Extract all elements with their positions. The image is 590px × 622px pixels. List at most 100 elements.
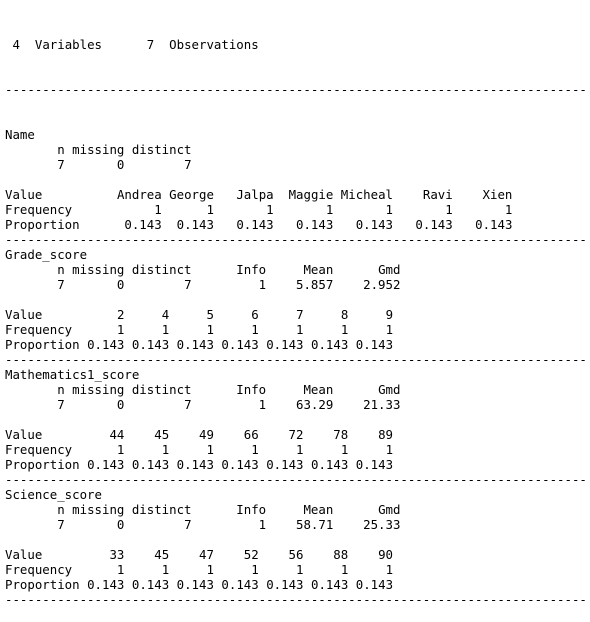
stat-header-missing: missing: [72, 142, 125, 157]
variable-block: Name n missing distinct 7 0 7 Value Andr…: [5, 127, 587, 247]
frequency-cell: 1: [206, 202, 214, 217]
stat-value-n: 7: [57, 157, 65, 172]
separator-rule: ----------------------------------------…: [5, 232, 587, 247]
value-row: Value 44 45 49 66 72 78 89: [5, 427, 587, 442]
value-cell: 47: [199, 547, 214, 562]
stats-values-line: 7 0 7 1 58.71 25.33: [5, 517, 587, 532]
variables-label: Variables: [34, 37, 102, 52]
stat-header-n: n: [57, 382, 65, 397]
value-cell: 89: [378, 427, 393, 442]
stats-header-line: n missing distinct Info Mean Gmd: [5, 502, 587, 517]
variable-block: Mathematics1_score n missing distinct In…: [5, 367, 587, 487]
value-cell: 90: [378, 547, 393, 562]
stat-header-gmd: Gmd: [378, 262, 401, 277]
frequency-cell: 1: [116, 562, 125, 577]
frequency-cell: 1: [154, 202, 162, 217]
proportion-cell: 0.143: [355, 577, 394, 592]
stat-value-distinct: 7: [184, 397, 192, 412]
proportion-cell: 0.143: [176, 457, 214, 472]
value-cell: 72: [288, 427, 304, 442]
proportion-cell: 0.143: [266, 577, 304, 592]
proportion-row: Proportion 0.143 0.143 0.143 0.143 0.143…: [5, 337, 587, 352]
value-cell: George: [169, 187, 214, 202]
stat-value-mean: 63.29: [295, 397, 334, 412]
frequency-cell: 1: [251, 322, 259, 337]
proportion-cell: 0.143: [131, 337, 170, 352]
proportion-cell: 0.143: [266, 457, 304, 472]
stat-value-mean: 58.71: [295, 517, 334, 532]
frequency-cell: 1: [206, 322, 214, 337]
stat-header-info: Info: [236, 502, 267, 517]
stat-value-gmd: 25.33: [363, 517, 401, 532]
stat-header-info: Info: [236, 382, 267, 397]
frequency-cell: 1: [206, 442, 214, 457]
stat-header-missing: missing: [72, 382, 125, 397]
row-label: Proportion: [5, 577, 80, 592]
value-cell: Xien: [482, 187, 513, 202]
value-row: Value 33 45 47 52 56 88 90: [5, 547, 587, 562]
stat-value-distinct: 7: [184, 277, 192, 292]
proportion-cell: 0.143: [310, 577, 349, 592]
row-label: Frequency: [5, 322, 73, 337]
value-cell: 52: [243, 547, 259, 562]
value-cell: 7: [296, 307, 304, 322]
row-label: Value: [5, 547, 43, 562]
frequency-cell: 1: [296, 322, 304, 337]
value-row: Value Andrea George Jalpa Maggie Micheal…: [5, 187, 587, 202]
proportion-cell: 0.143: [87, 577, 125, 592]
stat-header-n: n: [57, 502, 65, 517]
frequency-row: Frequency 1 1 1 1 1 1 1: [5, 202, 587, 217]
row-label: Proportion: [5, 337, 80, 352]
frequency-cell: 1: [504, 202, 513, 217]
variable-name-line: Name: [5, 127, 587, 142]
proportion-row: Proportion 0.143 0.143 0.143 0.143 0.143…: [5, 577, 587, 592]
value-cell: 9: [385, 307, 394, 322]
value-row: Value 2 4 5 6 7 8 9: [5, 307, 587, 322]
stats-header-line: n missing distinct: [5, 142, 587, 157]
variable-name-line: Grade_score: [5, 247, 587, 262]
value-cell: Andrea: [116, 187, 162, 202]
value-cell: 88: [333, 547, 349, 562]
frequency-cell: 1: [266, 202, 274, 217]
frequency-cell: 1: [206, 562, 214, 577]
value-cell: 78: [333, 427, 349, 442]
proportion-cell: 0.143: [87, 457, 125, 472]
frequency-cell: 1: [296, 562, 304, 577]
stat-value-n: 7: [57, 397, 65, 412]
value-cell: 45: [154, 547, 170, 562]
separator-rule: ----------------------------------------…: [5, 472, 587, 487]
frequency-cell: 1: [251, 562, 259, 577]
variable-name: Mathematics1_score: [5, 367, 140, 382]
variable-name: Name: [5, 127, 35, 142]
frequency-cell: 1: [340, 562, 349, 577]
proportion-cell: 0.143: [131, 577, 170, 592]
proportion-cell: 0.143: [475, 217, 513, 232]
proportion-cell: 0.143: [266, 337, 304, 352]
row-label: Proportion: [5, 217, 80, 232]
frequency-row: Frequency 1 1 1 1 1 1 1: [5, 442, 587, 457]
frequency-cell: 1: [161, 562, 170, 577]
stat-header-n: n: [57, 142, 65, 157]
row-label: Value: [5, 427, 43, 442]
frequency-cell: 1: [296, 442, 304, 457]
proportion-cell: 0.143: [176, 217, 214, 232]
proportion-row: Proportion 0.143 0.143 0.143 0.143 0.143…: [5, 457, 587, 472]
proportion-cell: 0.143: [355, 337, 394, 352]
frequency-cell: 1: [385, 322, 394, 337]
row-label: Value: [5, 307, 43, 322]
summary-header: 4 Variables 7 Observations: [5, 37, 587, 52]
row-label: Frequency: [5, 562, 73, 577]
proportion-cell: 0.143: [415, 217, 453, 232]
proportion-row: Proportion 0.143 0.143 0.143 0.143 0.143…: [5, 217, 587, 232]
value-cell: 5: [206, 307, 214, 322]
stat-header-gmd: Gmd: [378, 382, 401, 397]
stats-header-line: n missing distinct Info Mean Gmd: [5, 382, 587, 397]
stat-header-missing: missing: [72, 262, 125, 277]
proportion-cell: 0.143: [221, 457, 259, 472]
stat-header-gmd: Gmd: [378, 502, 401, 517]
row-label: Frequency: [5, 442, 73, 457]
variable-block: Science_score n missing distinct Info Me…: [5, 487, 587, 607]
